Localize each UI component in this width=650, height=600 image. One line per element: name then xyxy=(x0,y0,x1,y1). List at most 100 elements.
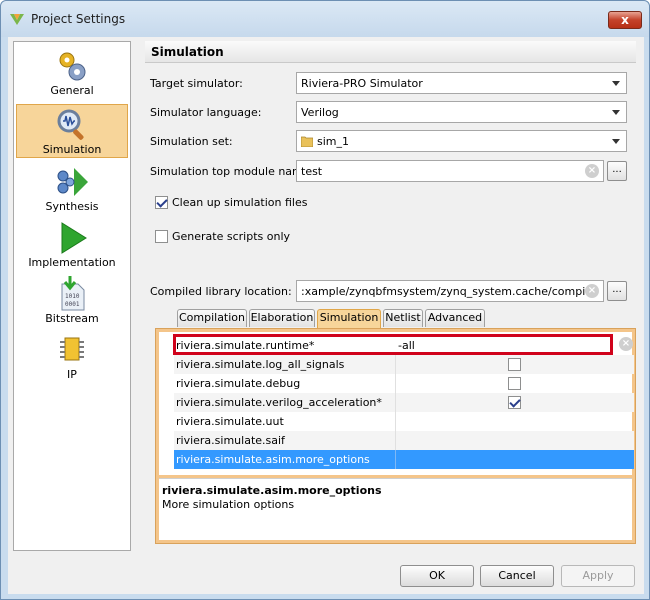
clear-icon[interactable]: × xyxy=(585,164,599,178)
ellipsis-icon: ... xyxy=(612,284,622,295)
column-divider xyxy=(395,374,396,393)
table-row[interactable]: riviera.simulate.verilog_acceleration* xyxy=(174,393,634,412)
ellipsis-icon: ... xyxy=(612,164,622,175)
generate-scripts-checkbox[interactable] xyxy=(155,230,168,243)
clear-icon[interactable]: × xyxy=(585,284,599,298)
top-module-input[interactable]: test × xyxy=(296,160,604,182)
options-table: riviera.simulate.runtime* -all × riviera… xyxy=(159,332,634,475)
close-button[interactable]: x xyxy=(608,11,642,29)
option-key: riviera.simulate.uut xyxy=(176,415,284,428)
compiled-lib-value: :xample/zynqbfmsystem/zynq_system.cache/… xyxy=(301,285,585,298)
ok-button[interactable]: OK xyxy=(400,565,474,587)
play-icon xyxy=(61,222,87,254)
option-checkbox[interactable] xyxy=(508,358,521,371)
cancel-button[interactable]: Cancel xyxy=(480,565,554,587)
table-row[interactable]: riviera.simulate.saif xyxy=(174,431,634,450)
tab-label: Netlist xyxy=(385,311,421,324)
sidebar-item-label: Implementation xyxy=(28,256,116,269)
gears-icon xyxy=(59,52,86,81)
cancel-label: Cancel xyxy=(498,569,536,582)
table-row[interactable]: riviera.simulate.log_all_signals xyxy=(174,355,634,374)
column-divider xyxy=(395,450,396,469)
simulation-set-dropdown[interactable]: sim_1 xyxy=(296,130,627,152)
target-simulator-label: Target simulator: xyxy=(150,77,243,90)
chevron-down-icon xyxy=(612,139,620,144)
simulator-language-dropdown[interactable]: Verilog xyxy=(296,101,627,123)
table-row[interactable]: riviera.simulate.asim.more_options xyxy=(174,450,634,469)
option-key: riviera.simulate.debug xyxy=(176,377,301,390)
top-module-label: Simulation top module name: xyxy=(150,165,314,178)
sidebar-item-label: Simulation xyxy=(42,143,102,156)
option-checkbox[interactable] xyxy=(508,396,521,409)
simulation-options-tab-body: riviera.simulate.runtime* -all × riviera… xyxy=(155,328,636,544)
tab-simulation[interactable]: Simulation xyxy=(317,309,381,328)
svg-text:0001: 0001 xyxy=(65,301,80,308)
compiled-lib-input[interactable]: :xample/zynqbfmsystem/zynq_system.cache/… xyxy=(296,280,604,302)
compiled-lib-label: Compiled library location: xyxy=(150,285,292,298)
column-divider xyxy=(395,393,396,412)
dialog-client-area: General Simulation Synthesis Implementat… xyxy=(8,37,644,594)
generate-scripts-label: Generate scripts only xyxy=(172,230,291,243)
window-title: Project Settings xyxy=(31,12,126,26)
tab-compilation[interactable]: Compilation xyxy=(177,309,247,327)
apply-label: Apply xyxy=(582,569,614,582)
sidebar-item-simulation[interactable]: Simulation xyxy=(16,104,128,158)
clean-up-label: Clean up simulation files xyxy=(172,196,308,209)
folder-icon xyxy=(301,136,313,147)
project-settings-window: Project Settings x General Simulation Sy… xyxy=(0,0,650,600)
tab-label: Simulation xyxy=(319,311,379,324)
tab-label: Advanced xyxy=(427,311,483,324)
sidebar-item-ip[interactable]: IP xyxy=(16,330,128,384)
simulation-set-value: sim_1 xyxy=(317,135,350,148)
option-description: riviera.simulate.asim.more_options More … xyxy=(159,478,632,540)
description-title: riviera.simulate.asim.more_options xyxy=(162,484,382,497)
description-text: More simulation options xyxy=(162,498,295,511)
simulation-panel: Simulation Target simulator: Riviera-PRO… xyxy=(141,37,640,552)
clear-icon[interactable]: × xyxy=(619,337,633,351)
column-divider xyxy=(395,431,396,450)
table-row[interactable]: riviera.simulate.uut xyxy=(174,412,634,431)
simulator-language-label: Simulator language: xyxy=(150,106,262,119)
ok-label: OK xyxy=(429,569,445,582)
simulation-set-label: Simulation set: xyxy=(150,135,233,148)
target-simulator-dropdown[interactable]: Riviera-PRO Simulator xyxy=(296,72,627,94)
tab-label: Elaboration xyxy=(250,311,314,324)
target-simulator-value: Riviera-PRO Simulator xyxy=(301,77,423,90)
chevron-down-icon xyxy=(612,81,620,86)
bitstream-file-icon: 1010 0001 xyxy=(61,276,85,311)
clean-up-checkbox[interactable] xyxy=(155,196,168,209)
column-divider xyxy=(395,412,396,431)
magnifier-waveform-icon xyxy=(57,109,84,140)
top-module-browse-button[interactable]: ... xyxy=(607,161,627,181)
table-row[interactable]: riviera.simulate.debug xyxy=(174,374,634,393)
option-key: riviera.simulate.log_all_signals xyxy=(176,358,345,371)
sidebar-item-synthesis[interactable]: Synthesis xyxy=(16,162,128,216)
title-bar[interactable]: Project Settings x xyxy=(1,1,649,37)
svg-text:1010: 1010 xyxy=(65,293,80,300)
sidebar-item-general[interactable]: General xyxy=(16,46,128,100)
panel-header: Simulation xyxy=(145,41,636,63)
option-key: riviera.simulate.asim.more_options xyxy=(176,453,370,466)
tab-netlist[interactable]: Netlist xyxy=(383,309,423,327)
sidebar-item-label: IP xyxy=(67,368,77,381)
ip-chip-icon xyxy=(60,337,84,361)
sidebar-item-bitstream[interactable]: 1010 0001 Bitstream xyxy=(16,274,128,328)
apply-button[interactable]: Apply xyxy=(561,565,635,587)
settings-sidebar: General Simulation Synthesis Implementat… xyxy=(13,41,131,551)
tab-label: Compilation xyxy=(178,311,246,324)
top-module-value: test xyxy=(301,165,323,178)
tab-elaboration[interactable]: Elaboration xyxy=(249,309,315,327)
compiled-lib-browse-button[interactable]: ... xyxy=(607,281,627,301)
option-checkbox[interactable] xyxy=(508,377,521,390)
option-key: riviera.simulate.verilog_acceleration* xyxy=(176,396,382,409)
panel-title: Simulation xyxy=(151,45,224,59)
simulator-language-value: Verilog xyxy=(301,106,339,119)
tab-advanced[interactable]: Advanced xyxy=(425,309,485,327)
close-icon: x xyxy=(621,13,629,27)
column-divider xyxy=(395,355,396,374)
sidebar-item-label: Bitstream xyxy=(45,312,99,325)
sidebar-item-implementation[interactable]: Implementation xyxy=(16,218,128,272)
chevron-down-icon xyxy=(612,110,620,115)
vivado-logo-icon xyxy=(10,14,24,25)
sidebar-item-label: Synthesis xyxy=(45,200,99,213)
